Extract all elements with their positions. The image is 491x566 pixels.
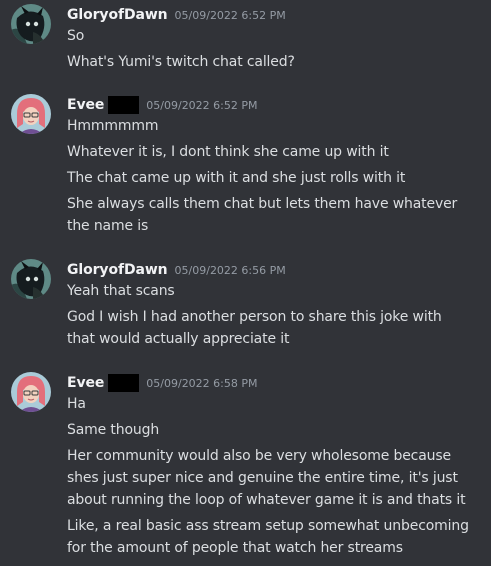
username[interactable]: Evee (67, 375, 104, 391)
username[interactable]: Evee (67, 97, 104, 113)
pink-haired-character-avatar-icon (11, 372, 51, 412)
message-text: What's Yumi's twitch chat called? (67, 54, 295, 70)
message-text: Hmmmmmm (67, 118, 159, 134)
message-text: Like, a real basic ass stream setup some… (67, 518, 469, 534)
dark-character-avatar-icon (11, 259, 51, 299)
message-text: She always calls them chat but lets them… (67, 196, 458, 212)
message-text: So (67, 28, 85, 44)
message-text: Whatever it is, I dont think she came up… (67, 144, 389, 160)
message-text: Same though (67, 422, 160, 438)
timestamp: 05/09/2022 6:56 PM (174, 263, 286, 277)
timestamp: 05/09/2022 6:52 PM (146, 98, 258, 112)
pink-haired-character-avatar-icon (11, 94, 51, 134)
username[interactable]: GloryofDawn (67, 262, 168, 278)
timestamp: 05/09/2022 6:52 PM (174, 8, 286, 22)
message-text: Ha (67, 396, 86, 412)
dark-character-avatar-icon (11, 4, 51, 44)
message-text: about running the loop of whatever game … (67, 492, 466, 508)
timestamp: 05/09/2022 6:58 PM (146, 376, 258, 390)
message-header: GloryofDawn 05/09/2022 6:52 PM (67, 4, 286, 26)
message-text: that would actually appreciate it (67, 331, 290, 347)
user-avatar[interactable] (11, 4, 51, 44)
message-text: for the amount of people that watch her … (67, 540, 403, 556)
user-avatar[interactable] (11, 259, 51, 299)
username[interactable]: GloryofDawn (67, 7, 168, 23)
message-header: GloryofDawn 05/09/2022 6:56 PM (67, 259, 286, 281)
message-header: Evee 05/09/2022 6:58 PM (67, 372, 258, 394)
message-text: the name is (67, 218, 149, 234)
redaction-bar (108, 374, 140, 392)
message-text: The chat came up with it and she just ro… (67, 170, 406, 186)
message-text: Her community would also be very wholeso… (67, 448, 451, 464)
redaction-bar (108, 96, 140, 114)
message-text: God I wish I had another person to share… (67, 309, 442, 325)
message-text: shes just super nice and genuine the ent… (67, 470, 458, 486)
user-avatar[interactable] (11, 94, 51, 134)
message-header: Evee 05/09/2022 6:52 PM (67, 94, 258, 116)
user-avatar[interactable] (11, 372, 51, 412)
message-text: Yeah that scans (67, 283, 175, 299)
